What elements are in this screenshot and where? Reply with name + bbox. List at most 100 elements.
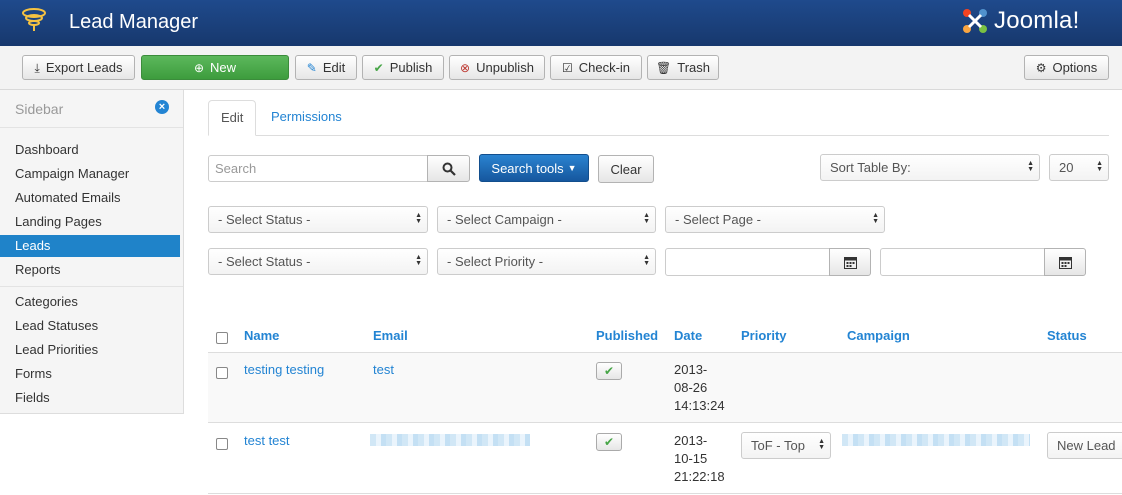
unpublish-button[interactable]: ⊗ Unpublish: [449, 55, 545, 80]
new-label: New: [210, 60, 237, 75]
list-limit-value: 20: [1059, 160, 1074, 175]
lead-email-link[interactable]: test: [373, 362, 394, 377]
column-header-campaign[interactable]: Campaign: [847, 328, 910, 343]
download-icon: ⤓: [34, 60, 40, 75]
lead-name-link[interactable]: test test: [244, 433, 290, 448]
page-filter-select[interactable]: - Select Page - ▲ ▼: [665, 206, 885, 233]
plus-circle-icon: ⊕: [193, 60, 205, 75]
priority-filter-value: - Select Priority -: [447, 254, 544, 269]
sidebar-item-categories[interactable]: Categories: [0, 291, 180, 313]
priority-value: ToF - Top: [751, 438, 805, 453]
new-button[interactable]: ⊕ New: [141, 55, 289, 80]
campaign-filter-select[interactable]: - Select Campaign - ▲ ▼: [437, 206, 656, 233]
tab-permissions[interactable]: Permissions: [259, 100, 354, 136]
status-filter-2-value: - Select Status -: [218, 254, 311, 269]
checkbox-icon: ☑: [561, 60, 573, 75]
list-limit-select[interactable]: 20 ▲ ▼: [1049, 154, 1109, 181]
publish-button[interactable]: ✔ Publish: [362, 55, 444, 80]
tab-edit[interactable]: Edit: [208, 100, 257, 136]
sidebar: Sidebar × Dashboard Campaign Manager Aut…: [0, 90, 184, 414]
lead-date: 2013- 10-15 21:22:18: [674, 432, 725, 486]
column-header-date[interactable]: Date: [674, 328, 702, 343]
sidebar-item-reports[interactable]: Reports: [0, 259, 180, 281]
unpublish-label: Unpublish: [476, 60, 534, 75]
close-icon[interactable]: ×: [155, 100, 169, 114]
lead-manager-logo-icon: [22, 8, 46, 31]
joomla-logo[interactable]: Joomla!: [960, 4, 1079, 38]
lead-date-line: 10-15: [674, 451, 708, 466]
column-header-priority[interactable]: Priority: [741, 328, 787, 343]
status-filter-2-select[interactable]: - Select Status - ▲ ▼: [208, 248, 428, 275]
lead-date-line: 08-26: [674, 380, 708, 395]
x-circle-icon: ⊗: [460, 60, 471, 75]
calendar-icon: [1058, 256, 1072, 269]
campaign-filter-value: - Select Campaign -: [447, 212, 562, 227]
select-arrows-icon: ▲ ▼: [643, 254, 650, 267]
check-in-button[interactable]: ☑ Check-in: [550, 55, 642, 80]
lead-date-line: 2013-: [674, 362, 708, 377]
sidebar-item-automated-emails[interactable]: Automated Emails: [0, 187, 180, 209]
trash-button[interactable]: 🗑 Trash: [647, 55, 719, 80]
page-filter-value: - Select Page -: [675, 212, 761, 227]
select-all-checkbox[interactable]: [216, 332, 228, 344]
status-filter-select[interactable]: - Select Status - ▲ ▼: [208, 206, 428, 233]
sidebar-item-forms[interactable]: Forms: [0, 363, 180, 385]
priority-select[interactable]: ToF - Top ▲ ▼: [741, 432, 831, 459]
column-header-status[interactable]: Status: [1047, 328, 1087, 343]
sidebar-item-campaign-manager[interactable]: Campaign Manager: [0, 163, 180, 185]
search-tools-label: Search tools: [491, 160, 564, 176]
sidebar-item-lead-statuses[interactable]: Lead Statuses: [0, 315, 180, 337]
date-to-calendar-button[interactable]: [1044, 248, 1086, 276]
column-header-email[interactable]: Email: [373, 328, 408, 343]
edit-button[interactable]: ✎ Edit: [295, 55, 357, 80]
trash-label: Trash: [677, 60, 710, 75]
options-button[interactable]: ⚙ Options: [1024, 55, 1109, 80]
date-from-calendar-button[interactable]: [829, 248, 871, 276]
row-checkbox[interactable]: [216, 438, 228, 450]
select-arrows-icon: ▲ ▼: [1096, 160, 1103, 173]
select-arrows-icon: ▲ ▼: [643, 212, 650, 225]
check-in-label: Check-in: [578, 60, 631, 75]
export-leads-button[interactable]: ⤓ Export Leads: [22, 55, 135, 80]
calendar-icon: [843, 256, 857, 269]
status-select[interactable]: New Lead: [1047, 432, 1122, 459]
priority-filter-select[interactable]: - Select Priority - ▲ ▼: [437, 248, 656, 275]
search-tools-button[interactable]: Search tools ▼: [479, 154, 589, 182]
column-header-name[interactable]: Name: [244, 328, 279, 343]
sidebar-divider: [0, 286, 183, 287]
column-header-published[interactable]: Published: [596, 328, 658, 343]
published-toggle[interactable]: ✔: [596, 362, 622, 380]
lead-date: 2013- 08-26 14:13:24: [674, 361, 725, 415]
redacted-email: [370, 434, 530, 446]
lead-name-link[interactable]: testing testing: [244, 362, 324, 377]
toolbar: ⤓ Export Leads ⊕ New ✎ Edit ✔ Publish ⊗ …: [0, 46, 1122, 90]
sidebar-item-dashboard[interactable]: Dashboard: [0, 139, 180, 161]
clear-button[interactable]: Clear: [598, 155, 654, 183]
sort-table-select[interactable]: Sort Table By: ▲ ▼: [820, 154, 1040, 181]
sidebar-item-fields[interactable]: Fields: [0, 387, 180, 409]
search-input[interactable]: [208, 155, 428, 182]
checkmark-icon: ✔: [603, 364, 615, 378]
select-arrows-icon: ▲ ▼: [415, 212, 422, 225]
date-to-input[interactable]: [880, 248, 1045, 276]
joomla-icon: [963, 9, 987, 33]
published-toggle[interactable]: ✔: [596, 433, 622, 451]
sidebar-item-lead-priorities[interactable]: Lead Priorities: [0, 339, 180, 361]
select-arrows-icon: ▲ ▼: [1027, 160, 1034, 173]
date-from-input[interactable]: [665, 248, 830, 276]
sidebar-title: Sidebar: [15, 101, 64, 117]
checkmark-icon: ✔: [603, 435, 615, 449]
publish-label: Publish: [389, 60, 433, 75]
caret-down-icon: ▼: [567, 163, 577, 173]
gear-icon: ⚙: [1035, 60, 1047, 75]
select-arrows-icon: ▲ ▼: [415, 254, 422, 267]
search-button[interactable]: [427, 155, 470, 182]
row-checkbox[interactable]: [216, 367, 228, 379]
export-leads-label: Export Leads: [45, 60, 123, 75]
sidebar-item-landing-pages[interactable]: Landing Pages: [0, 211, 180, 233]
lead-date-line: 14:13:24: [674, 398, 725, 413]
edit-label: Edit: [322, 60, 346, 75]
sidebar-item-leads[interactable]: Leads: [0, 235, 180, 257]
table-row: [208, 353, 1122, 423]
checkmark-icon: ✔: [373, 60, 384, 75]
